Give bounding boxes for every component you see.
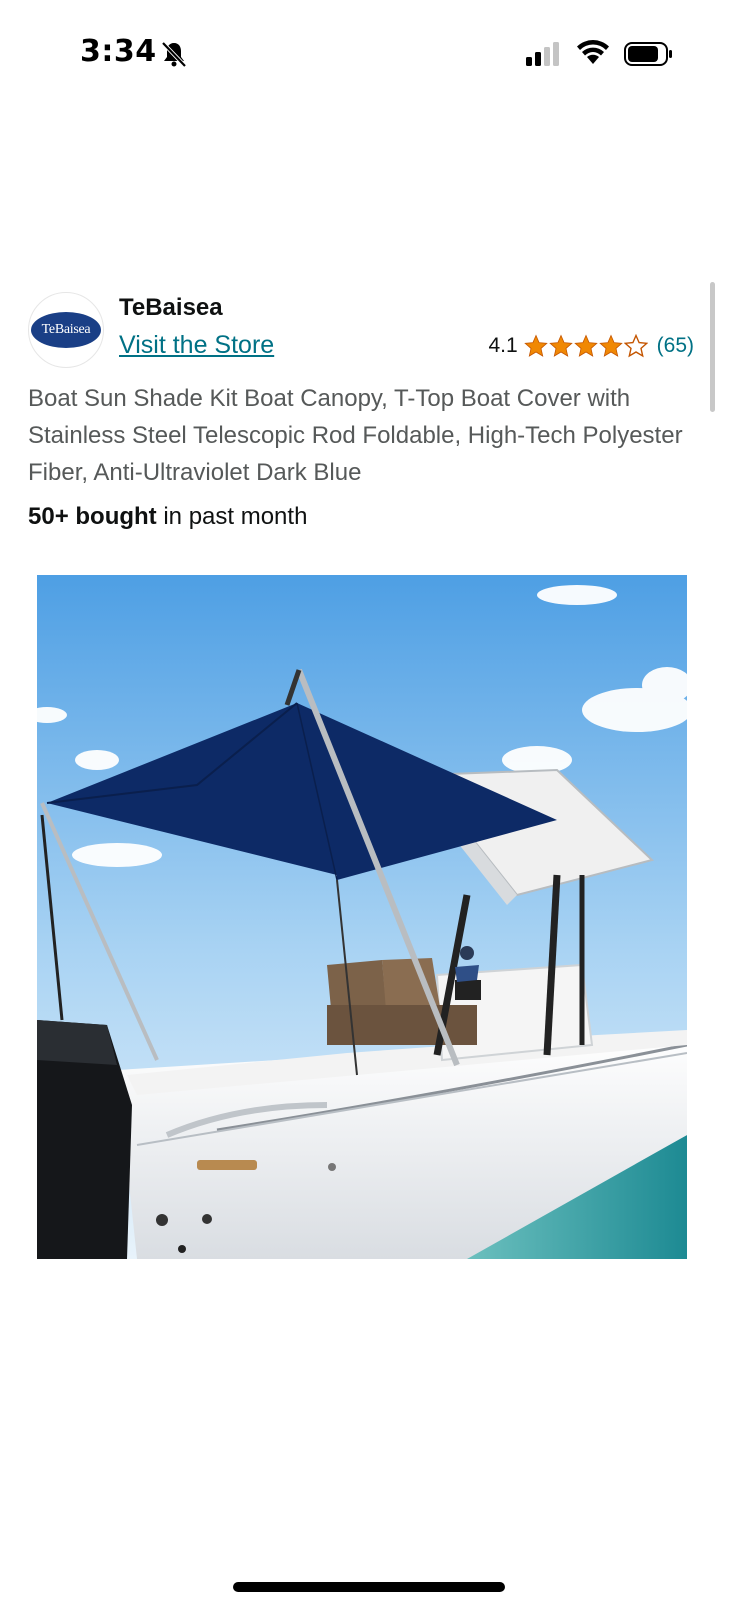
star-empty-icon [623, 334, 648, 358]
bought-count: 50+ bought [28, 503, 157, 530]
store-logo[interactable]: TeBaisea [28, 292, 104, 368]
bought-suffix: in past month [156, 503, 308, 530]
product-title[interactable]: Boat Sun Shade Kit Boat Canopy, T-Top Bo… [28, 380, 698, 491]
home-indicator[interactable] [233, 1582, 505, 1592]
visit-store-link[interactable]: Visit the Store [119, 331, 274, 360]
signal-icon [526, 42, 559, 66]
status-time: 3:34 [80, 34, 157, 69]
boat-canopy-photo [37, 575, 687, 1259]
rating-value: 4.1 [488, 334, 518, 357]
scrollbar-thumb[interactable] [710, 282, 715, 412]
star-rating [523, 334, 649, 358]
bell-slash-icon [161, 41, 187, 68]
wifi-icon [577, 40, 609, 64]
status-bar: 3:34 [0, 0, 738, 110]
star-full-icon [598, 334, 623, 357]
star-full-icon [548, 334, 573, 357]
star-full-icon [573, 334, 598, 357]
review-count-link[interactable]: (65) [657, 334, 694, 358]
store-name: TeBaisea [119, 294, 223, 321]
bought-in-past-month: 50+ bought in past month [28, 503, 307, 531]
star-full-icon [523, 334, 548, 357]
store-logo-text: TeBaisea [31, 312, 101, 348]
rating-summary[interactable]: 4.1 (65) [488, 334, 694, 358]
product-image[interactable] [37, 575, 687, 1259]
battery-icon [624, 42, 672, 66]
